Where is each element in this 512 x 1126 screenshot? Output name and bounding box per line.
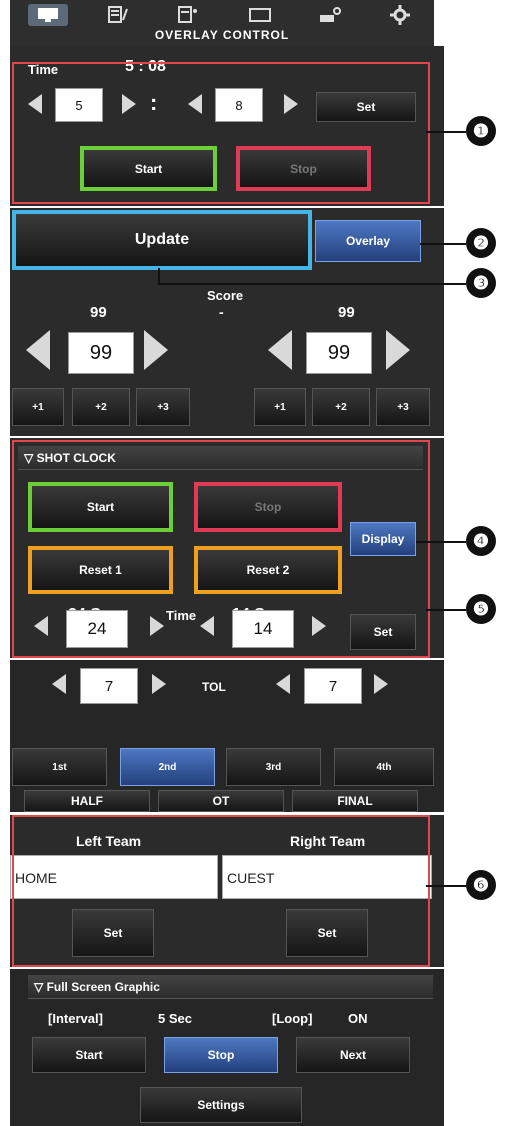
callout-box-6 — [12, 815, 430, 967]
callout-4: ❹ — [466, 526, 496, 556]
callout-line-5 — [426, 609, 466, 611]
right-plus3-button[interactable]: +3 — [376, 388, 430, 426]
callout-line-3a — [158, 268, 160, 284]
callout-1: ❶ — [466, 116, 496, 146]
fs-next-button[interactable]: Next — [296, 1037, 410, 1073]
callout-3: ❸ — [466, 268, 496, 298]
tol-right-field[interactable]: 7 — [304, 668, 362, 704]
left-score-increase-icon[interactable] — [144, 330, 168, 370]
camera-settings-icon[interactable] — [310, 4, 350, 26]
interval-value: 5 Sec — [158, 1011, 192, 1026]
left-plus1-button[interactable]: +1 — [12, 388, 64, 426]
left-score-decrease-icon[interactable] — [26, 330, 50, 370]
notes-icon[interactable] — [98, 4, 138, 26]
tol-left-field[interactable]: 7 — [80, 668, 138, 704]
final-button[interactable]: FINAL — [292, 790, 418, 812]
tol-left-decrease-icon[interactable] — [52, 674, 66, 694]
right-score-display: 99 — [338, 304, 355, 321]
tol-right-decrease-icon[interactable] — [276, 674, 290, 694]
left-plus2-button[interactable]: +2 — [72, 388, 130, 426]
fs-start-button[interactable]: Start — [32, 1037, 146, 1073]
score-dash: - — [219, 304, 224, 320]
right-plus1-button[interactable]: +1 — [254, 388, 306, 426]
page-title: OVERLAY CONTROL — [154, 28, 290, 42]
score-panel: Update Overlay Score - 99 99 99 99 +1 +2… — [10, 208, 444, 436]
right-score-increase-icon[interactable] — [386, 330, 410, 370]
left-plus3-button[interactable]: +3 — [136, 388, 190, 426]
right-score-field[interactable]: 99 — [306, 332, 372, 374]
callout-2: ❷ — [466, 228, 496, 258]
callout-5: ❺ — [466, 594, 496, 624]
loop-value: ON — [348, 1011, 368, 1026]
callout-line-1 — [426, 131, 466, 133]
right-score-decrease-icon[interactable] — [268, 330, 292, 370]
callout-6: ❻ — [466, 870, 496, 900]
period-1st-button[interactable]: 1st — [12, 748, 107, 786]
edit-icon[interactable] — [168, 4, 208, 26]
tol-label: TOL — [202, 680, 226, 694]
period-4th-button[interactable]: 4th — [334, 748, 434, 786]
callout-line-2 — [420, 243, 466, 245]
fs-stop-button[interactable]: Stop — [164, 1037, 278, 1073]
gear-icon[interactable] — [380, 4, 420, 26]
callout-box-1 — [12, 62, 430, 204]
score-label: Score — [207, 288, 244, 303]
period-2nd-button[interactable]: 2nd — [120, 748, 215, 786]
period-3rd-button[interactable]: 3rd — [226, 748, 321, 786]
right-plus2-button[interactable]: +2 — [312, 388, 370, 426]
tol-period-panel: 7 TOL 7 1st 2nd 3rd 4th HALF OT FINAL — [10, 660, 444, 812]
top-toolbar: OVERLAY CONTROL — [10, 0, 434, 46]
monitor-icon[interactable] — [28, 4, 68, 26]
loop-label: [Loop] — [272, 1011, 313, 1026]
callout-line-4 — [416, 541, 466, 543]
callout-line-6 — [426, 885, 466, 887]
tol-right-increase-icon[interactable] — [374, 674, 388, 694]
settings-button[interactable]: Settings — [140, 1087, 302, 1123]
interval-label: [Interval] — [48, 1011, 103, 1026]
left-score-display: 99 — [90, 304, 107, 321]
callout-box-5 — [12, 440, 430, 658]
full-screen-header[interactable]: ▽ Full Screen Graphic — [28, 975, 433, 999]
update-button[interactable]: Update — [12, 210, 312, 270]
callout-line-3b — [158, 283, 466, 285]
half-button[interactable]: HALF — [24, 790, 150, 812]
overlay-button[interactable]: Overlay — [315, 220, 421, 262]
tol-left-increase-icon[interactable] — [152, 674, 166, 694]
left-score-field[interactable]: 99 — [68, 332, 134, 374]
full-screen-panel: ▽ Full Screen Graphic [Interval] 5 Sec [… — [10, 969, 444, 1126]
window-icon[interactable] — [240, 4, 280, 26]
ot-button[interactable]: OT — [158, 790, 284, 812]
